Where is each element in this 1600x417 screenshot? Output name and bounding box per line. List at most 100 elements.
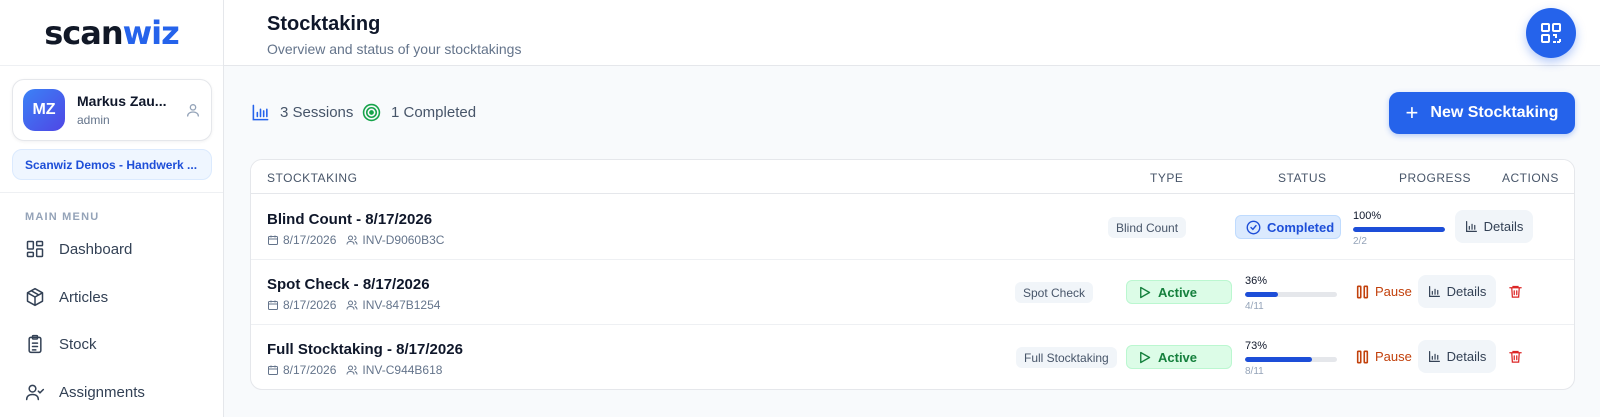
sidebar-divider bbox=[0, 192, 223, 193]
column-header-actions: ACTIONS bbox=[1502, 171, 1559, 185]
sidebar-item-label: Articles bbox=[59, 288, 109, 306]
box-icon bbox=[26, 287, 44, 307]
progress-percent: 73% bbox=[1245, 340, 1268, 352]
type-badge: Full Stocktaking bbox=[1016, 347, 1117, 368]
users-icon bbox=[346, 300, 358, 310]
progress-count: 8/11 bbox=[1245, 366, 1264, 377]
logo-text-wiz: wiz bbox=[122, 13, 180, 52]
sidebar-item-label: Dashboard bbox=[59, 240, 133, 258]
stocktaking-name: Spot Check - 8/17/2026 bbox=[267, 276, 430, 293]
plus-icon: + bbox=[1405, 100, 1419, 125]
pause-button[interactable]: Pause bbox=[1356, 349, 1412, 364]
status-badge: Active bbox=[1126, 280, 1232, 304]
stocktaking-id: INV-C944B618 bbox=[362, 363, 443, 377]
pause-button[interactable]: Pause bbox=[1356, 284, 1412, 299]
pause-label: Pause bbox=[1375, 284, 1412, 299]
logo[interactable]: scan wiz bbox=[0, 0, 223, 66]
progress-bar bbox=[1245, 292, 1337, 297]
pause-icon bbox=[1356, 285, 1369, 298]
user-icon[interactable] bbox=[185, 102, 201, 118]
progress-percent: 36% bbox=[1245, 275, 1268, 287]
status-badge: Completed bbox=[1235, 215, 1341, 239]
sidebar-item-assignments[interactable]: Assignments bbox=[25, 380, 145, 404]
new-stocktaking-label: New Stocktaking bbox=[1430, 104, 1559, 121]
stocktaking-table: STOCKTAKING TYPE STATUS PROGRESS ACTIONS… bbox=[250, 159, 1575, 390]
status-label: Active bbox=[1158, 349, 1198, 365]
sidebar-item-stock[interactable]: Stock bbox=[25, 332, 97, 356]
new-stocktaking-button[interactable]: + New Stocktaking bbox=[1389, 92, 1575, 134]
stocktaking-meta: 8/17/2026 INV-D9060B3C bbox=[267, 233, 444, 247]
organization-name: Scanwiz Demos - Handwerk ... bbox=[25, 157, 198, 172]
trash-icon[interactable] bbox=[1508, 284, 1523, 299]
progress-count: 4/11 bbox=[1245, 301, 1264, 312]
progress-percent: 100% bbox=[1353, 210, 1382, 222]
user-name: Markus Zau... bbox=[77, 93, 167, 109]
avatar: MZ bbox=[23, 89, 65, 131]
stocktaking-name: Full Stocktaking - 8/17/2026 bbox=[267, 341, 463, 358]
dashboard-icon bbox=[26, 240, 44, 258]
details-button[interactable]: Details bbox=[1455, 210, 1533, 243]
progress-fill bbox=[1353, 227, 1445, 232]
user-role: admin bbox=[77, 113, 110, 127]
menu-title: MAIN MENU bbox=[25, 211, 100, 223]
page-subtitle: Overview and status of your stocktakings bbox=[267, 41, 522, 57]
status-label: Completed bbox=[1267, 219, 1335, 235]
column-header-stocktaking: STOCKTAKING bbox=[267, 171, 358, 185]
sidebar: scan wiz MZ Markus Zau... admin Scanwiz D… bbox=[0, 0, 224, 417]
user-card[interactable]: MZ Markus Zau... admin bbox=[12, 79, 212, 141]
progress-bar bbox=[1353, 227, 1445, 232]
sidebar-item-label: Stock bbox=[59, 335, 97, 353]
stocktaking-date: 8/17/2026 bbox=[283, 233, 337, 247]
logo-text-scan: scan bbox=[44, 13, 123, 52]
stocktaking-name: Blind Count - 8/17/2026 bbox=[267, 211, 433, 228]
table-row[interactable]: Spot Check - 8/17/2026 8/17/2026 INV-847… bbox=[251, 260, 1574, 325]
table-row[interactable]: Full Stocktaking - 8/17/2026 8/17/2026 I… bbox=[251, 325, 1574, 389]
status-badge: Active bbox=[1126, 345, 1232, 369]
completed-stat: 1 Completed bbox=[362, 103, 476, 122]
type-badge: Blind Count bbox=[1108, 217, 1187, 238]
stocktaking-meta: 8/17/2026 INV-C944B618 bbox=[267, 363, 442, 377]
table-header: STOCKTAKING TYPE STATUS PROGRESS ACTIONS bbox=[251, 160, 1574, 194]
progress-bar bbox=[1245, 357, 1337, 362]
sidebar-item-articles[interactable]: Articles bbox=[25, 285, 108, 309]
page-header: Stocktaking Overview and status of your … bbox=[224, 0, 1600, 66]
page-title: Stocktaking bbox=[267, 13, 381, 35]
calendar-icon bbox=[268, 235, 278, 245]
stocktaking-meta: 8/17/2026 INV-847B1254 bbox=[267, 298, 440, 312]
column-header-progress: PROGRESS bbox=[1399, 171, 1472, 185]
bar-chart-icon bbox=[1428, 351, 1440, 362]
organization-selector[interactable]: Scanwiz Demos - Handwerk ... bbox=[12, 149, 212, 180]
progress-fill bbox=[1245, 292, 1279, 297]
status-label: Active bbox=[1158, 284, 1198, 300]
details-button[interactable]: Details bbox=[1418, 275, 1496, 308]
column-header-status: STATUS bbox=[1278, 171, 1327, 185]
sidebar-item-label: Assignments bbox=[59, 383, 145, 401]
users-icon bbox=[346, 235, 358, 245]
trash-icon[interactable] bbox=[1508, 349, 1523, 364]
sessions-count: 3 Sessions bbox=[280, 104, 354, 121]
details-label: Details bbox=[1483, 219, 1524, 234]
progress-fill bbox=[1245, 357, 1313, 362]
details-label: Details bbox=[1446, 284, 1487, 299]
column-header-type: TYPE bbox=[1150, 171, 1184, 185]
sidebar-item-dashboard[interactable]: Dashboard bbox=[25, 237, 132, 261]
qr-scan-button[interactable] bbox=[1526, 8, 1576, 58]
user-check-icon bbox=[25, 384, 45, 401]
stocktaking-date: 8/17/2026 bbox=[283, 363, 337, 377]
details-button[interactable]: Details bbox=[1418, 340, 1496, 373]
users-icon bbox=[346, 365, 358, 375]
sessions-stat: 3 Sessions bbox=[251, 103, 353, 122]
type-badge: Spot Check bbox=[1015, 282, 1094, 303]
progress-count: 2/2 bbox=[1353, 236, 1367, 247]
pause-label: Pause bbox=[1375, 349, 1412, 364]
completed-count: 1 Completed bbox=[391, 104, 477, 121]
pause-icon bbox=[1356, 350, 1369, 363]
check-circle-icon bbox=[1246, 220, 1261, 234]
user-info: Markus Zau... admin bbox=[77, 93, 173, 127]
calendar-icon bbox=[268, 300, 278, 310]
bar-chart-icon bbox=[252, 104, 269, 121]
stocktaking-id: INV-847B1254 bbox=[362, 298, 441, 312]
stocktaking-id: INV-D9060B3C bbox=[362, 233, 445, 247]
table-row[interactable]: Blind Count - 8/17/2026 8/17/2026 INV-D9… bbox=[251, 195, 1574, 260]
play-icon bbox=[1140, 286, 1151, 298]
